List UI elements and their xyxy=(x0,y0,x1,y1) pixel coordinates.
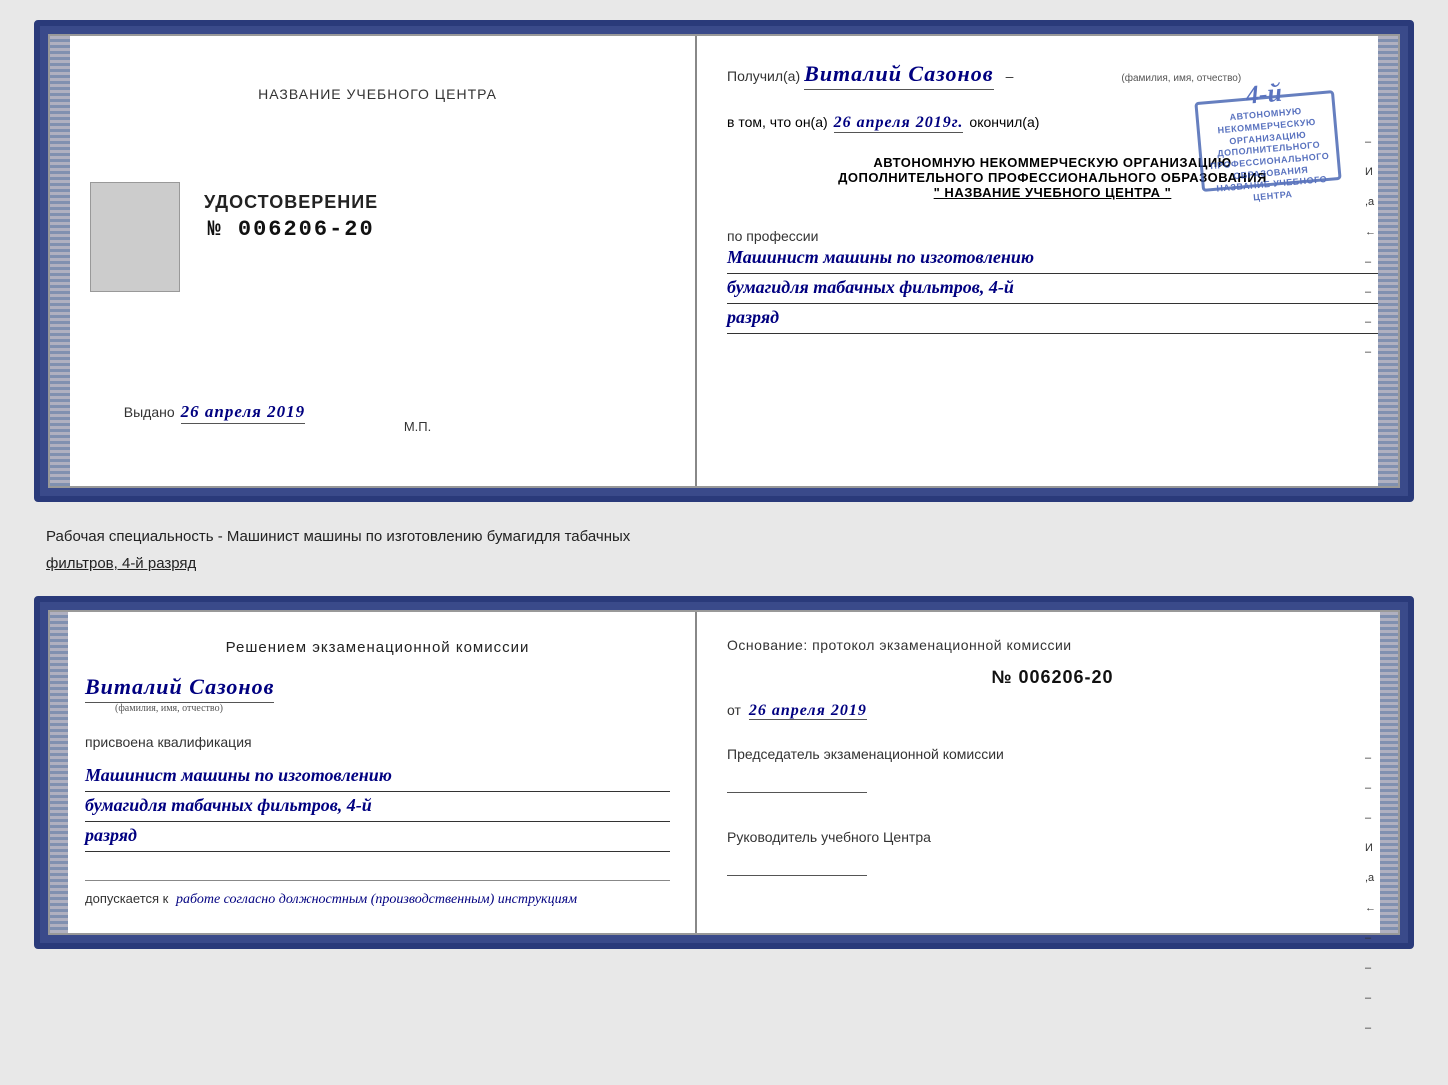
photo-placeholder xyxy=(90,182,180,292)
dash1: – xyxy=(1006,68,1014,84)
exam-right-binding xyxy=(1380,612,1398,933)
cert-date: 26 апреля 2019г. xyxy=(834,114,964,133)
cert-right-page: Получил(а) Виталий Сазонов – (фамилия, и… xyxy=(697,36,1398,486)
recipient-name: Виталий Сазонов xyxy=(804,61,993,90)
profession-block: по профессии Машинист машины по изготовл… xyxy=(727,228,1378,334)
official-stamp: 4-й АВТОНОМНУЮ НЕКОММЕРЧЕСКУЮ ОРГАНИЗАЦИ… xyxy=(1194,90,1341,192)
side-marks: – И ,а ← – – – – xyxy=(1365,136,1376,358)
qualification-block: Машинист машины по изготовлению бумагидл… xyxy=(85,762,670,852)
cert-left-page: НАЗВАНИЕ УЧЕБНОГО ЦЕНТРА УДОСТОВЕРЕНИЕ №… xyxy=(50,36,697,486)
rukovoditel-label: Руководитель учебного Центра xyxy=(727,827,1378,848)
exam-document: Решением экзаменационной комиссии Витали… xyxy=(34,596,1414,949)
caption-block: Рабочая специальность - Машинист машины … xyxy=(34,518,1414,580)
rukovoditel-signature-line xyxy=(727,856,867,876)
ot-label: от xyxy=(727,702,741,718)
qual-line2: бумагидля табачных фильтров, 4-й xyxy=(85,792,670,822)
cert-title: УДОСТОВЕРЕНИЕ xyxy=(204,192,378,213)
exam-name-sub: (фамилия, имя, отчество) xyxy=(115,703,223,714)
qual-line3: разряд xyxy=(85,822,670,852)
certificate-document: НАЗВАНИЕ УЧЕБНОГО ЦЕНТРА УДОСТОВЕРЕНИЕ №… xyxy=(34,20,1414,502)
issued-date: 26 апреля 2019 xyxy=(181,402,306,424)
vtom-label: в том, что он(а) xyxy=(727,114,828,130)
issued-label: Выдано xyxy=(124,404,175,420)
exam-right-page: Основание: протокол экзаменационной коми… xyxy=(697,612,1398,933)
poluchil-label: Получил(а) xyxy=(727,68,800,84)
profession-line1: Машинист машины по изготовлению xyxy=(727,244,1378,274)
cert-number: № 006206-20 xyxy=(204,217,378,242)
dopusk-text: работе согласно должностным (производств… xyxy=(176,892,577,907)
exam-right-side-marks: – – – И ,а ← – – – – xyxy=(1365,752,1376,1034)
exam-name: Виталий Сазонов xyxy=(85,674,274,703)
profession-line2: бумагидля табачных фильтров, 4-й xyxy=(727,274,1378,304)
cert-header: НАЗВАНИЕ УЧЕБНОГО ЦЕНТРА xyxy=(258,86,497,102)
caption-text1: Рабочая специальность - Машинист машины … xyxy=(42,522,1406,549)
exam-date-row: от 26 апреля 2019 xyxy=(727,702,1378,720)
predsedatel-label: Председатель экзаменационной комиссии xyxy=(727,744,1378,765)
exam-date: 26 апреля 2019 xyxy=(749,702,867,720)
prisvoena-label: присвоена квалификация xyxy=(85,734,670,750)
qual-line1: Машинист машины по изготовлению xyxy=(85,762,670,792)
osnovanie-label: Основание: протокол экзаменационной коми… xyxy=(727,637,1378,653)
binding-decoration xyxy=(50,36,70,486)
exam-left-binding xyxy=(50,612,68,933)
predsedatel-block: Председатель экзаменационной комиссии xyxy=(727,744,1378,793)
right-binding-decoration xyxy=(1378,36,1398,486)
dopuskaetsya-label: допускается к xyxy=(85,891,168,906)
exam-name-block: Виталий Сазонов (фамилия, имя, отчество) xyxy=(85,674,670,714)
exam-left-page: Решением экзаменационной комиссии Витали… xyxy=(50,612,697,933)
dopuskaetsya-block: допускается к работе согласно должностны… xyxy=(85,880,670,908)
caption-text2: фильтров, 4-й разряд xyxy=(42,549,1406,576)
okonchil-label: окончил(а) xyxy=(969,114,1039,130)
exam-heading: Решением экзаменационной комиссии xyxy=(85,637,670,658)
mp-label: М.П. xyxy=(404,419,431,434)
po-professii: по профессии xyxy=(727,228,1378,244)
rukovoditel-block: Руководитель учебного Центра xyxy=(727,827,1378,876)
predsedatel-signature-line xyxy=(727,773,867,793)
stamp-number: 4-й xyxy=(1245,78,1284,111)
profession-line3: разряд xyxy=(727,304,1378,334)
protocol-number: № 006206-20 xyxy=(727,667,1378,688)
